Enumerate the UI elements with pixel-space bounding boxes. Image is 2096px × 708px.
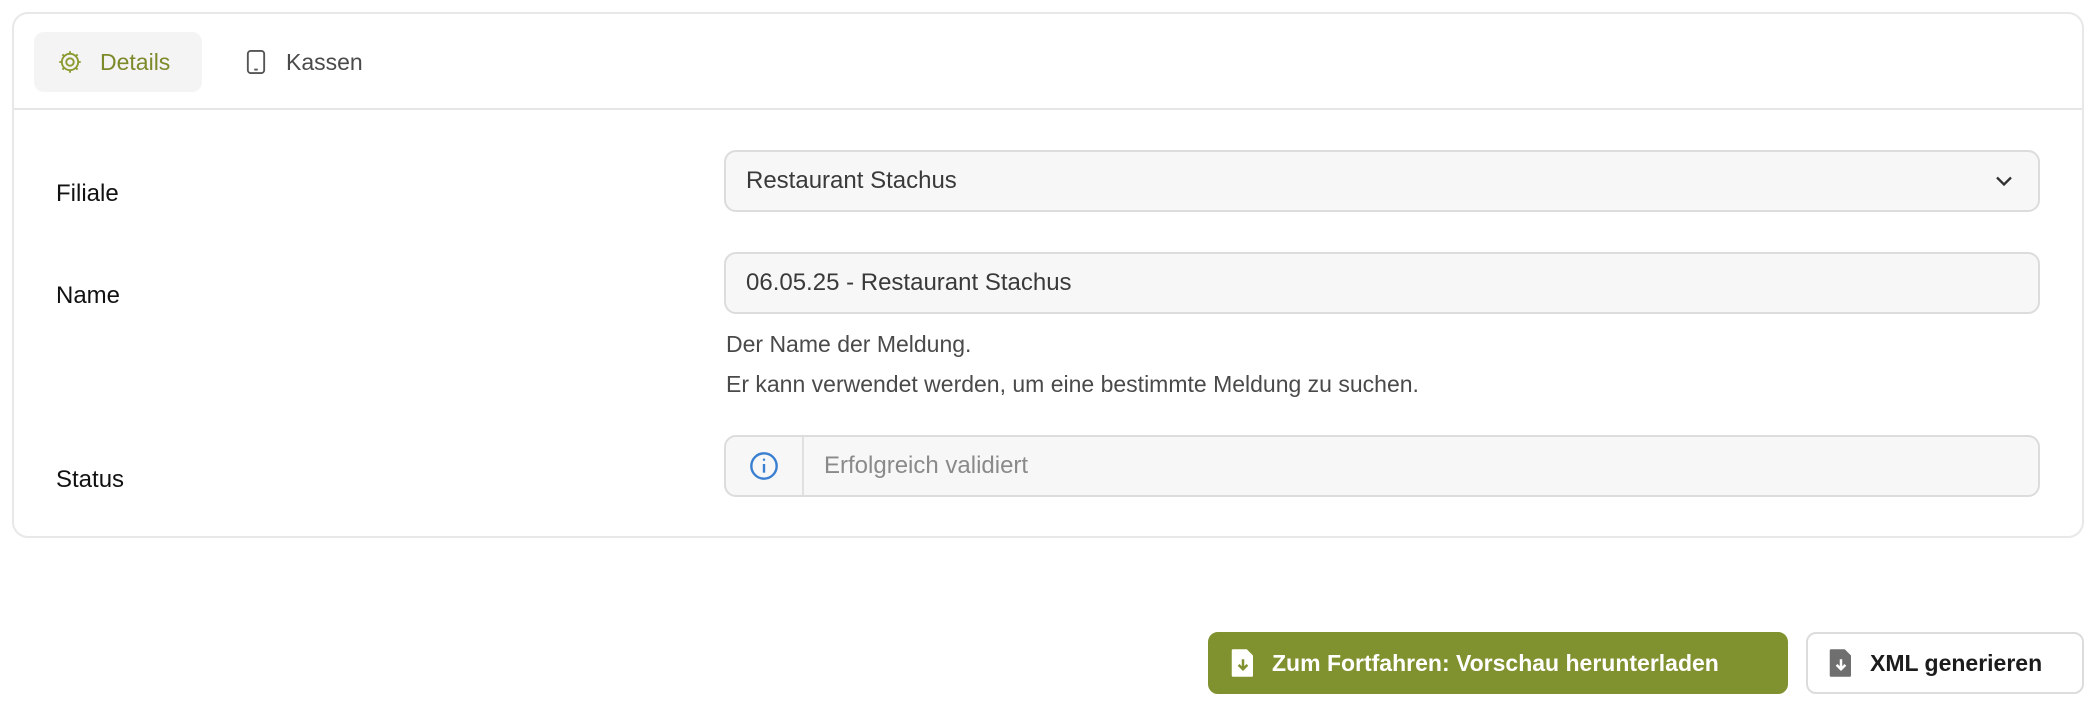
- name-input[interactable]: 06.05.25 - Restaurant Stachus: [724, 252, 2040, 314]
- generate-xml-button[interactable]: XML generieren: [1806, 632, 2084, 694]
- name-value: 06.05.25 - Restaurant Stachus: [746, 269, 1072, 296]
- tab-kassen-label: Kassen: [286, 48, 363, 75]
- name-label: Name: [56, 282, 121, 309]
- file-download-icon: [1231, 649, 1253, 677]
- chevron-down-icon: [1996, 176, 2012, 187]
- tab-bar: Details Kassen: [14, 14, 2082, 110]
- name-hint-line1: Der Name der Meldung.: [726, 331, 972, 357]
- tablet-icon: [246, 49, 266, 75]
- status-value: Erfolgreich validiert: [824, 452, 1029, 479]
- tab-kassen[interactable]: Kassen: [220, 32, 385, 92]
- file-download-icon: [1829, 649, 1851, 677]
- filiale-select[interactable]: Restaurant Stachus: [724, 150, 2040, 212]
- tab-details[interactable]: Details: [34, 32, 202, 92]
- name-hint-line2: Er kann verwendet werden, um eine bestim…: [726, 371, 1419, 397]
- download-preview-button[interactable]: Zum Fortfahren: Vorschau herunterladen: [1208, 632, 1788, 694]
- status-label: Status: [56, 466, 125, 493]
- download-preview-label: Zum Fortfahren: Vorschau herunterladen: [1272, 649, 1719, 676]
- filiale-label: Filiale: [56, 180, 119, 207]
- filiale-value: Restaurant Stachus: [746, 167, 957, 194]
- status-field: Erfolgreich validiert: [724, 435, 2040, 497]
- info-icon: [750, 452, 778, 480]
- tab-details-label: Details: [100, 48, 171, 75]
- generate-xml-label: XML generieren: [1870, 649, 2043, 676]
- gear-icon: [59, 51, 81, 73]
- status-icon-box: [726, 437, 804, 495]
- details-card: Details Kassen Filiale Restaurant Stachu…: [12, 12, 2084, 538]
- name-hint: Der Name der Meldung. Er kann verwendet …: [726, 324, 1419, 404]
